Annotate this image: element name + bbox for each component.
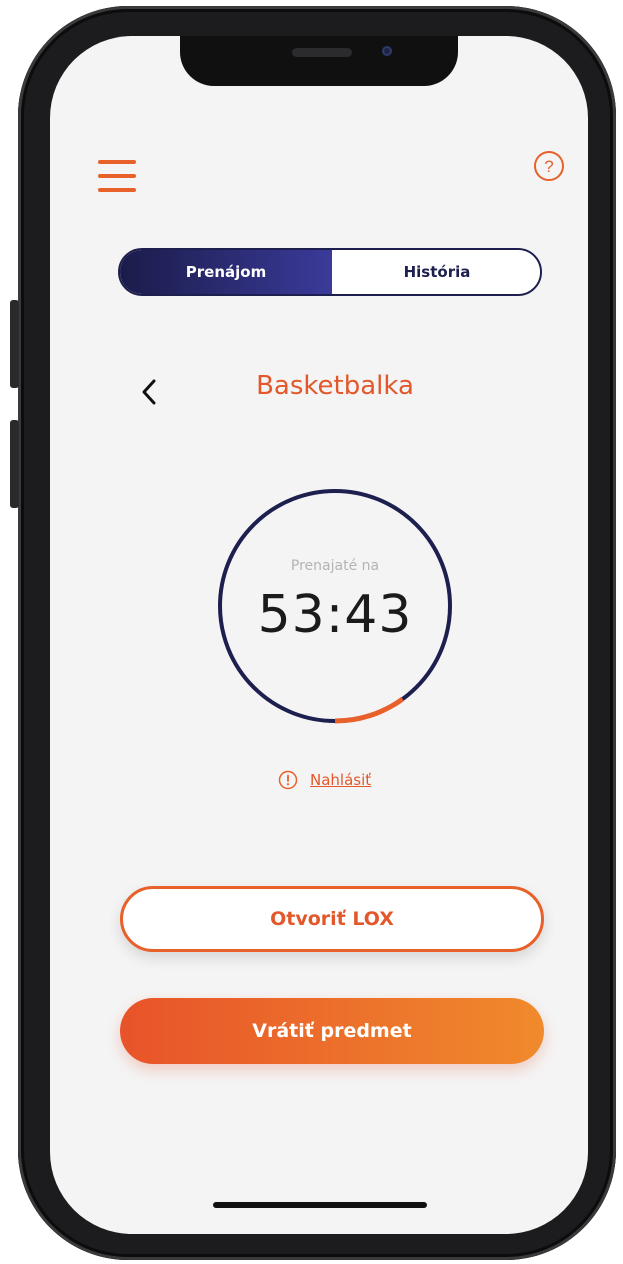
phone-side-button	[10, 300, 19, 388]
rental-history-toggle: Prenájom História	[118, 248, 542, 296]
report-label: Nahlásiť	[310, 771, 372, 789]
report-link[interactable]: Nahlásiť	[278, 770, 371, 790]
warning-icon	[278, 770, 298, 790]
tab-rental[interactable]: Prenájom	[120, 250, 332, 294]
front-camera	[382, 46, 392, 56]
rental-timer: Prenajaté na 53:43	[215, 486, 455, 726]
back-chevron-icon[interactable]	[136, 374, 166, 410]
speaker-grille	[292, 48, 352, 57]
menu-icon[interactable]	[98, 160, 136, 194]
open-lox-button[interactable]: Otvoriť LOX	[120, 886, 544, 952]
item-title: Basketbalka	[256, 371, 414, 401]
phone-side-button	[10, 420, 19, 508]
home-indicator	[213, 1202, 427, 1208]
app-screen: ? Prenájom História Basketbalka Prenajat…	[50, 36, 588, 1234]
timer-label: Prenajaté na	[290, 558, 380, 574]
return-item-button[interactable]: Vrátiť predmet	[120, 998, 544, 1064]
notch	[180, 36, 458, 86]
svg-text:?: ?	[544, 157, 553, 176]
timer-value: 53:43	[257, 585, 413, 645]
help-icon[interactable]: ?	[533, 150, 565, 182]
tab-history[interactable]: História	[332, 250, 540, 294]
